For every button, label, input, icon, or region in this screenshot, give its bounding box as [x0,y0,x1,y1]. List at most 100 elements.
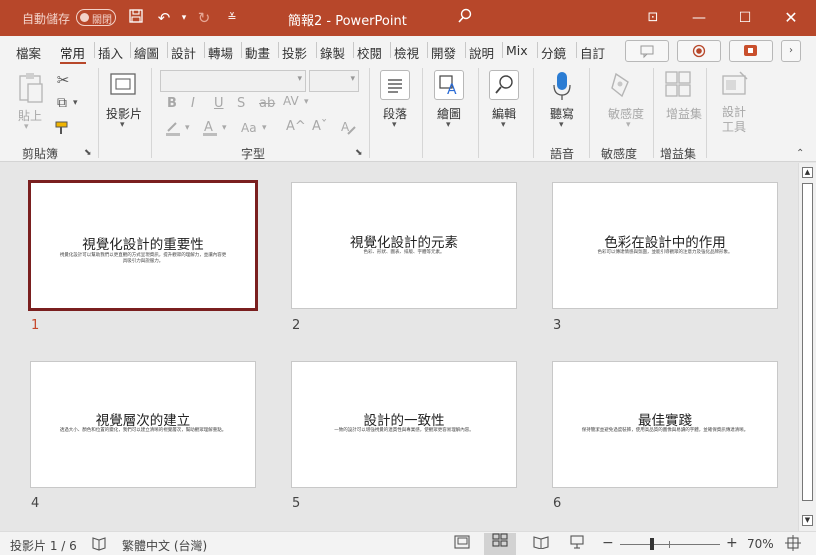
sensitivity-dropdown-icon[interactable]: ▾ [626,120,631,130]
share-button[interactable]: › [781,40,801,62]
underline-icon[interactable]: U [214,96,224,111]
tab-transitions[interactable]: 轉場 [208,43,233,62]
fit-to-window-icon[interactable] [783,535,803,553]
zoom-in-button[interactable]: + [726,535,738,551]
chevron-down-icon[interactable]: ▾ [222,123,227,133]
zoom-slider-track[interactable] [620,544,720,545]
tab-mix[interactable]: Mix [506,43,528,58]
font-name-combo[interactable]: ▾ [160,70,306,92]
collapse-ribbon-icon[interactable]: ⌃ [796,148,804,159]
new-slide-dropdown-icon[interactable]: ▾ [120,120,125,130]
slide-thumbnail[interactable]: 視覺化設計的元素 色彩、形狀、圖表、排版、字體等元素。 [291,182,517,309]
language-indicator[interactable]: 繁體中文 (台灣) [122,537,207,554]
scroll-down-icon[interactable]: ▼ [802,515,813,526]
slide-thumbnail[interactable]: 色彩在設計中的作用 色彩可以傳達情感與氛圍，並能引導觀眾的注意力及強化品牌形象。 [552,182,778,309]
new-slide-icon[interactable] [109,71,137,97]
decrease-font-icon[interactable]: Aˇ [312,119,327,134]
slide-sorter: 視覺化設計的重要性 視覺化設計可以幫助我們以更直觀的方式呈現資訊，提升觀眾的理解… [0,163,798,531]
tab-help[interactable]: 說明 [469,43,494,62]
shadow-icon[interactable]: S [237,96,245,111]
slide-thumbnail[interactable]: 視覺層次的建立 透過大小、顏色和位置的變化，我們可以建立清晰的視覺層次，幫助觀眾… [30,361,256,488]
designer-label[interactable]: 設計工具 [722,105,750,135]
comments-button[interactable] [625,40,669,62]
drawing-dropdown-icon[interactable]: ▾ [446,120,451,130]
close-icon[interactable]: ✕ [768,0,814,36]
editing-dropdown-icon[interactable]: ▾ [501,120,506,130]
paste-dropdown-icon[interactable]: ▾ [24,122,29,132]
ribbon-display-icon[interactable]: ⊡ [630,0,676,36]
tab-view[interactable]: 檢視 [394,43,419,62]
chevron-down-icon[interactable]: ▾ [304,97,309,107]
tab-draw[interactable]: 繪圖 [134,43,159,62]
italic-icon[interactable]: I [191,96,195,111]
tab-file[interactable]: 檔案 [16,43,41,62]
redo-icon[interactable]: ↻ [194,8,214,28]
chevron-down-icon[interactable]: ▾ [262,123,267,133]
tab-animations[interactable]: 動畫 [245,43,270,62]
slide-thumbnail[interactable]: 最佳實踐 保持簡潔並避免過度裝飾，使用高品質的圖像與易讀的字體，並確保資訊傳達清… [552,361,778,488]
addins-label[interactable]: 增益集 [666,105,702,122]
slide-thumbnail[interactable]: 視覺化設計的重要性 視覺化設計可以幫助我們以更直觀的方式呈現資訊，提升觀眾的理解… [28,180,258,311]
font-launcher-icon[interactable]: ⬊ [355,148,363,158]
font-size-combo[interactable]: ▾ [309,70,359,92]
zoom-out-button[interactable]: − [602,535,614,551]
increase-font-icon[interactable]: A^ [286,119,306,134]
search-icon[interactable] [455,8,475,28]
editing-icon[interactable] [489,70,519,100]
scroll-up-icon[interactable]: ▲ [802,167,813,178]
dictate-dropdown-icon[interactable]: ▾ [559,120,564,130]
tab-storyboard[interactable]: 分鏡 [541,43,566,62]
bold-icon[interactable]: B [167,96,177,111]
sensitivity-icon[interactable] [608,70,634,100]
undo-icon[interactable]: ↶ [154,8,174,28]
present-button[interactable] [729,40,773,62]
zoom-level[interactable]: 70% [747,537,774,551]
clear-formatting-icon[interactable]: A [339,118,357,140]
slide-body: 一致的設計可以增強視覺的連貫性與專業感，使觀眾更容易理解內容。 [334,428,474,433]
clipboard-launcher-icon[interactable]: ⬊ [84,148,92,158]
autosave-label: 自動儲存 [22,12,71,26]
tab-design[interactable]: 設計 [171,43,196,62]
highlight-icon[interactable] [164,119,182,141]
record-button[interactable] [677,40,721,62]
tab-insert[interactable]: 插入 [98,43,123,62]
microphone-icon[interactable] [551,70,573,102]
tab-developer[interactable]: 開發 [431,43,456,62]
slideshow-view-icon[interactable] [567,535,587,553]
cut-icon[interactable]: ✂ [54,71,72,89]
reading-view-icon[interactable] [531,535,551,553]
slide-sorter-view-icon[interactable] [484,533,516,555]
paragraph-icon[interactable] [380,70,410,100]
spelling-icon[interactable] [89,535,109,553]
normal-view-icon[interactable] [452,535,472,553]
designer-icon[interactable] [720,70,750,100]
drawing-icon[interactable]: A [434,70,464,100]
tab-review[interactable]: 校閱 [357,43,382,62]
vertical-scrollbar[interactable]: ▲ ▼ [798,163,816,531]
zoom-slider-thumb[interactable] [650,538,654,550]
autosave-toggle[interactable]: 關閉 [76,9,116,26]
tab-slideshow[interactable]: 投影 [282,43,307,62]
font-color-icon[interactable]: A [201,118,219,142]
paste-icon[interactable] [16,72,46,104]
copy-icon[interactable]: ⧉ [52,95,72,111]
tab-custom[interactable]: 自訂 [580,43,605,62]
chevron-down-icon[interactable]: ▾ [185,123,190,133]
paragraph-dropdown-icon[interactable]: ▾ [392,120,397,130]
minimize-icon[interactable]: — [676,0,722,36]
paste-label[interactable]: 貼上 [18,107,42,124]
format-painter-icon[interactable] [52,119,72,141]
addins-icon[interactable] [664,70,692,100]
tab-record[interactable]: 錄製 [320,43,345,62]
strikethrough-icon[interactable]: ab [259,96,275,111]
save-icon[interactable] [126,8,146,28]
undo-dropdown-icon[interactable]: ▾ [174,8,194,28]
customize-qat-icon[interactable]: ≚ [222,8,242,28]
scroll-thumb[interactable] [802,183,813,501]
change-case-icon[interactable]: Aa [241,121,257,135]
maximize-icon[interactable]: ☐ [722,0,768,36]
copy-dropdown-icon[interactable]: ▾ [73,98,78,108]
tab-home[interactable]: 常用 [60,43,85,62]
character-spacing-icon[interactable]: AV [283,94,299,108]
slide-thumbnail[interactable]: 設計的一致性 一致的設計可以增強視覺的連貫性與專業感，使觀眾更容易理解內容。 [291,361,517,488]
